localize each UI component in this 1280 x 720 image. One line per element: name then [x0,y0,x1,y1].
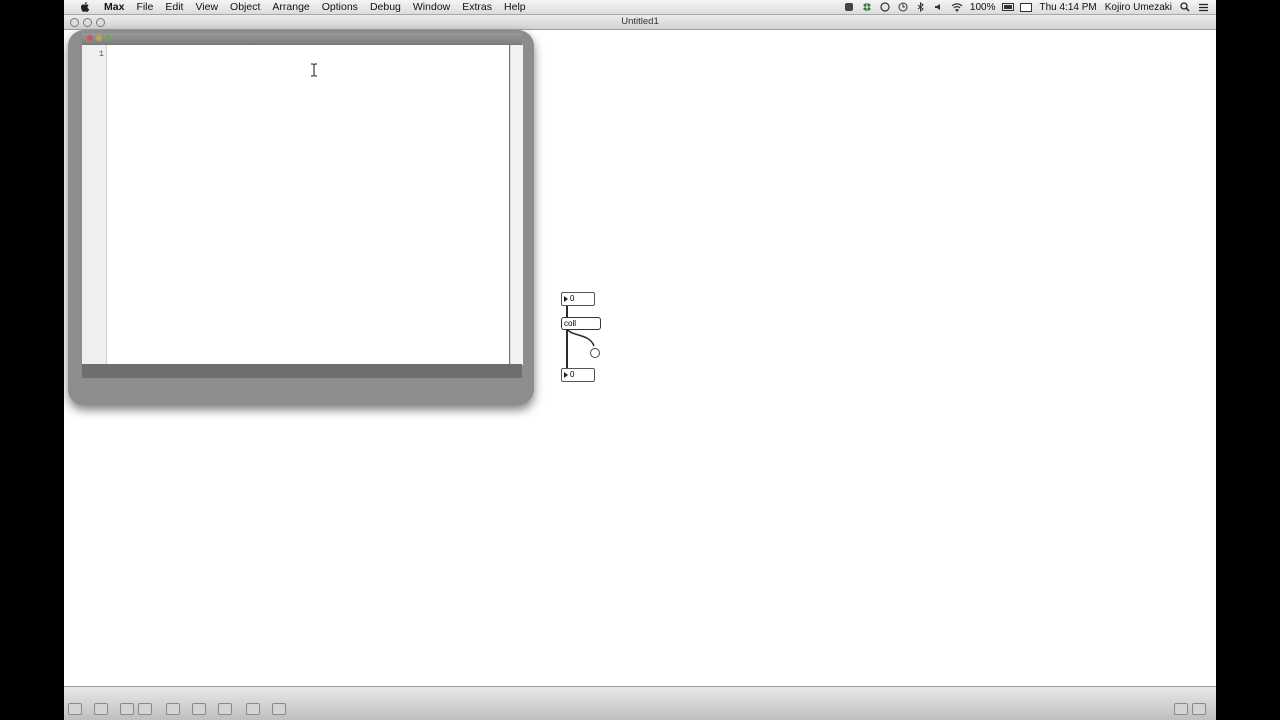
editor-scrollbar[interactable] [510,45,523,365]
menu-arrange[interactable]: Arrange [266,0,315,14]
notification-icon[interactable] [1197,2,1209,12]
apple-icon[interactable] [78,0,92,14]
menu-help[interactable]: Help [498,0,532,14]
text-editor-window[interactable]: 1 [68,30,534,405]
status-area: 100% Thu 4:14 PM Kojiro Umezaki [840,2,1216,13]
clock[interactable]: Thu 4:14 PM [1039,2,1096,13]
patcher-toolbar [64,686,1216,720]
battery-icon[interactable] [1002,2,1015,12]
window-title-bar: Untitled1 [64,15,1216,30]
message-icon[interactable] [166,703,180,715]
comment-icon[interactable] [192,703,206,715]
battery-percent: 100% [969,1,996,13]
menu-object[interactable]: Object [224,0,266,14]
new-object-icon[interactable] [138,703,152,715]
coll-object[interactable]: coll [561,317,601,330]
wifi-icon[interactable] [951,2,963,12]
menu-window[interactable]: Window [407,0,456,14]
menu-extras[interactable]: Extras [456,0,498,14]
menu-view[interactable]: View [189,0,224,14]
desktop: Max File Edit View Object Arrange Option… [64,0,1216,720]
menu-max[interactable]: Max [98,0,130,14]
presentation-icon[interactable] [94,703,108,715]
number-box-top[interactable]: 0 [561,292,595,306]
menu-file[interactable]: File [130,0,159,14]
line-number-gutter: 1 [82,45,107,365]
evernote-icon[interactable] [843,2,855,12]
number-object-icon[interactable] [272,703,286,715]
bluetooth-icon[interactable] [915,2,927,12]
sidebar-icon[interactable] [1192,703,1206,715]
console-icon[interactable] [1174,703,1188,715]
number-arrow-icon [564,372,568,378]
editor-status-bar [82,364,522,378]
editor-zoom-icon[interactable] [105,35,111,41]
grid-icon[interactable] [120,703,134,715]
button-object-icon[interactable] [218,703,232,715]
dropbox-icon[interactable] [861,2,873,12]
menu-debug[interactable]: Debug [364,0,407,14]
lock-icon[interactable] [68,703,82,715]
line-number: 1 [98,49,104,59]
window-title: Untitled1 [621,16,659,27]
toggle-object-icon[interactable] [246,703,260,715]
menu-options[interactable]: Options [316,0,364,14]
editor-frame: 1 [82,33,523,378]
keyboard-flag-icon[interactable] [1020,2,1033,12]
number-arrow-icon [564,296,568,302]
menu-bar: Max File Edit View Object Arrange Option… [64,0,1216,15]
editor-text-area[interactable] [107,45,509,365]
text-cursor-icon [311,63,317,77]
editor-minimize-icon[interactable] [96,35,102,41]
user-name[interactable]: Kojiro Umezaki [1105,2,1172,13]
spotlight-icon[interactable] [1179,2,1191,12]
volume-icon[interactable] [933,2,945,12]
menu-edit[interactable]: Edit [159,0,189,14]
patch-cord-curve[interactable] [564,328,604,350]
number-box-bottom[interactable]: 0 [561,368,595,382]
editor-title-bar[interactable] [82,33,522,44]
time-machine-icon[interactable] [897,2,909,12]
editor-close-icon[interactable] [87,35,93,41]
bang-button[interactable] [590,348,600,358]
sync-icon[interactable] [879,2,891,12]
